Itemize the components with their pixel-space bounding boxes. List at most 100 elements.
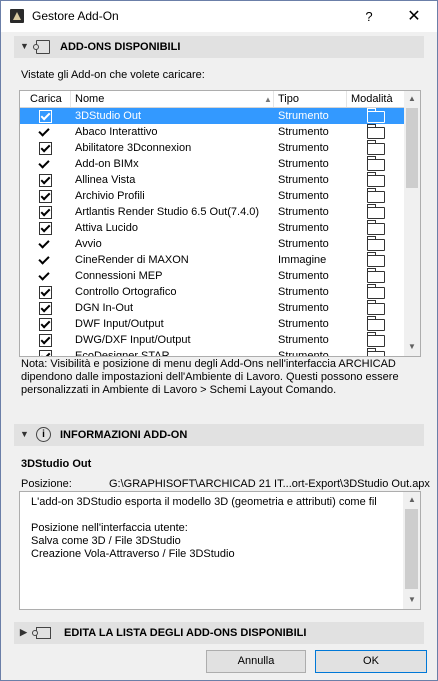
cancel-button[interactable]: Annulla	[206, 650, 306, 673]
load-checkbox[interactable]	[39, 142, 52, 155]
load-checkbox[interactable]	[39, 174, 52, 187]
folder-icon	[367, 284, 385, 299]
addon-info-header[interactable]: ▼ i INFORMAZIONI ADD-ON	[14, 424, 424, 446]
folder-icon	[367, 188, 385, 203]
folder-icon	[367, 108, 385, 123]
addon-row[interactable]: Add-on BIMx Strumento	[20, 156, 404, 172]
addon-type: Strumento	[278, 110, 329, 122]
addon-type: Strumento	[278, 206, 329, 218]
scroll-up-icon[interactable]: ▲	[408, 94, 416, 103]
load-checkbox[interactable]	[39, 318, 52, 331]
close-button[interactable]: ✕	[402, 7, 426, 27]
chevron-down-icon: ▼	[20, 429, 29, 439]
column-header-mode[interactable]: Modalità	[351, 93, 393, 105]
addon-row[interactable]: Abaco Interattivo Strumento	[20, 124, 404, 140]
edit-list-header[interactable]: ▶ EDITA LA LISTA DEGLI ADD-ONS DISPONIBI…	[14, 622, 424, 644]
help-button[interactable]: ?	[358, 7, 380, 27]
addon-rows: 3DStudio Out Strumento Abaco Interattivo St…	[20, 108, 404, 357]
load-checkbox[interactable]	[39, 286, 52, 299]
load-checkbox[interactable]	[39, 350, 52, 356]
ok-button[interactable]: OK	[315, 650, 427, 673]
addon-list[interactable]: Carica Nome ▲ Tipo Modalità 3DStudio Out…	[19, 90, 421, 357]
scrollbar-thumb[interactable]	[405, 509, 418, 589]
addon-row[interactable]: Allinea Vista Strumento	[20, 172, 404, 188]
addon-type: Strumento	[278, 190, 329, 202]
addon-row[interactable]: 3DStudio Out Strumento	[20, 108, 404, 124]
description-scrollbar[interactable]: ▲ ▼	[403, 492, 420, 609]
load-checkbox[interactable]	[38, 253, 50, 265]
folder-icon	[367, 348, 385, 356]
addon-manager-dialog: Gestore Add-On ? ✕ ▼ ADD-ONS DISPONIBILI…	[0, 0, 438, 681]
addon-row[interactable]: CineRender di MAXON Immagine	[20, 252, 404, 268]
load-checkbox[interactable]	[39, 334, 52, 347]
load-checkbox[interactable]	[38, 157, 50, 169]
addon-name: CineRender di MAXON	[75, 254, 189, 266]
addon-row[interactable]: Controllo Ortografico Strumento	[20, 284, 404, 300]
addon-row[interactable]: Abilitatore 3Dconnexion Strumento	[20, 140, 404, 156]
addon-row[interactable]: DWF Input/Output Strumento	[20, 316, 404, 332]
folder-icon	[367, 316, 385, 331]
chevron-down-icon: ▼	[20, 41, 29, 51]
archicad-app-icon	[10, 9, 24, 23]
addon-row[interactable]: DWG/DXF Input/Output Strumento	[20, 332, 404, 348]
position-path: G:\GRAPHISOFT\ARCHICAD 21 IT...ort-Expor…	[109, 478, 430, 490]
addon-row[interactable]: Avvio Strumento	[20, 236, 404, 252]
addon-name: Avvio	[75, 238, 102, 250]
addon-name: Connessioni MEP	[75, 270, 163, 282]
addon-type: Strumento	[278, 238, 329, 250]
addon-type: Strumento	[278, 222, 329, 234]
addon-row[interactable]: EcoDesigner STAR Strumento	[20, 348, 404, 357]
scroll-down-icon[interactable]: ▼	[408, 342, 416, 351]
addon-type: Strumento	[278, 270, 329, 282]
folder-icon	[367, 300, 385, 315]
addon-description: L'add-on 3DStudio esporta il modello 3D …	[31, 496, 377, 560]
available-addons-title: ADD-ONS DISPONIBILI	[60, 41, 181, 53]
column-header-name[interactable]: Nome	[75, 93, 104, 105]
addon-row[interactable]: Artlantis Render Studio 6.5 Out(7.4.0) St…	[20, 204, 404, 220]
scroll-down-icon[interactable]: ▼	[408, 595, 416, 604]
addon-name: DWG/DXF Input/Output	[75, 334, 191, 346]
addon-row[interactable]: Attiva Lucido Strumento	[20, 220, 404, 236]
addon-name: Allinea Vista	[75, 174, 136, 186]
folder-icon	[367, 124, 385, 139]
selected-addon-name: 3DStudio Out	[21, 458, 92, 470]
addon-row[interactable]: Archivio Profili Strumento	[20, 188, 404, 204]
folder-icon	[367, 220, 385, 235]
window-title: Gestore Add-On	[32, 9, 119, 23]
available-addons-header[interactable]: ▼ ADD-ONS DISPONIBILI	[14, 36, 424, 58]
load-checkbox[interactable]	[39, 222, 52, 235]
load-checkbox[interactable]	[39, 110, 52, 123]
addon-name: 3DStudio Out	[75, 110, 142, 122]
folder-icon	[367, 332, 385, 347]
scroll-up-icon[interactable]: ▲	[408, 495, 416, 504]
addon-row[interactable]: DGN In-Out Strumento	[20, 300, 404, 316]
addon-name: DGN In-Out	[75, 302, 134, 314]
puzzle-icon	[33, 40, 50, 54]
addon-description-box[interactable]: L'add-on 3DStudio esporta il modello 3D …	[19, 491, 421, 610]
folder-icon	[367, 268, 385, 283]
addon-info-title: INFORMAZIONI ADD-ON	[60, 429, 188, 441]
addon-type: Strumento	[278, 174, 329, 186]
chevron-right-icon: ▶	[20, 627, 27, 637]
addon-row[interactable]: Connessioni MEP Strumento	[20, 268, 404, 284]
edit-list-title: EDITA LA LISTA DEGLI ADD-ONS DISPONIBILI	[64, 627, 307, 639]
addon-type: Strumento	[278, 334, 329, 346]
load-checkbox[interactable]	[38, 125, 50, 137]
load-checkbox[interactable]	[39, 190, 52, 203]
addon-name: EcoDesigner STAR	[75, 350, 170, 357]
folder-icon	[367, 140, 385, 155]
load-checkbox[interactable]	[38, 269, 50, 281]
load-checkbox[interactable]	[39, 206, 52, 219]
addon-name: DWF Input/Output	[75, 318, 164, 330]
sort-ascending-icon: ▲	[264, 95, 272, 104]
addon-type: Strumento	[278, 286, 329, 298]
addon-list-header: Carica Nome ▲ Tipo Modalità	[20, 91, 404, 108]
addon-list-scrollbar[interactable]: ▲ ▼	[404, 91, 420, 356]
folder-icon	[367, 252, 385, 267]
column-header-type[interactable]: Tipo	[278, 93, 299, 105]
load-checkbox[interactable]	[39, 302, 52, 315]
scrollbar-thumb[interactable]	[406, 108, 418, 188]
addon-type: Strumento	[278, 142, 329, 154]
column-header-load[interactable]: Carica	[30, 93, 62, 105]
load-checkbox[interactable]	[38, 237, 50, 249]
